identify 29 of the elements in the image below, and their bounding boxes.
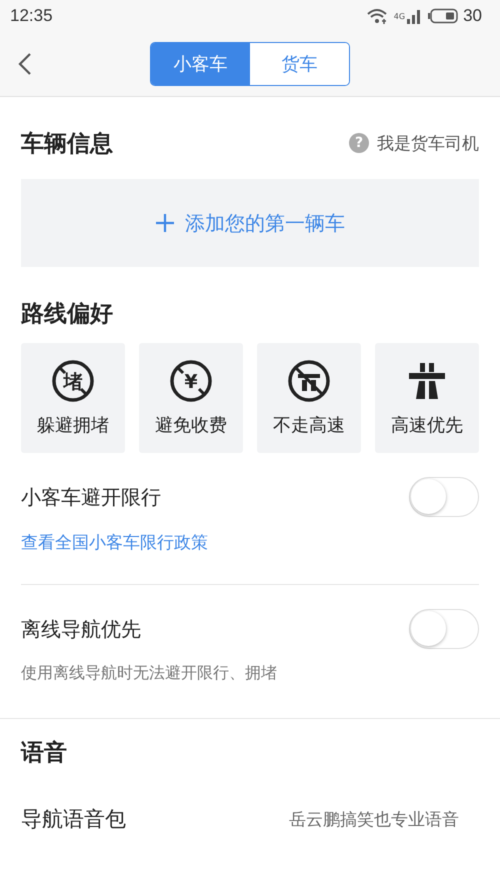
crossed-circle-icon: 堵: [51, 359, 95, 403]
network-label: 4G: [394, 12, 406, 21]
setting-label: 小客车避开限行: [21, 484, 161, 510]
vehicle-tab[interactable]: 小客车: [151, 43, 250, 85]
wifi-icon: [366, 8, 389, 24]
route-option[interactable]: 堵 躲避拥堵: [21, 343, 125, 453]
battery-icon: [428, 8, 458, 24]
route-option[interactable]: 高速优先: [375, 343, 479, 453]
back-icon[interactable]: [18, 52, 32, 76]
route-option[interactable]: ¥ 避免收费: [139, 343, 243, 453]
route-option[interactable]: 不走高速: [257, 343, 361, 453]
plus-icon: [155, 213, 175, 233]
status-time: 12:35: [10, 6, 53, 26]
toggle-switch[interactable]: [409, 609, 479, 649]
setting-label: 离线导航优先: [21, 616, 141, 642]
toggle-switch[interactable]: [409, 477, 479, 517]
truck-driver-link[interactable]: 我是货车司机: [377, 132, 479, 154]
add-vehicle-button[interactable]: 添加您的第一辆车: [21, 179, 479, 267]
section-title: 车辆信息: [21, 130, 113, 158]
setting-note: 使用离线导航时无法避开限行、拥堵: [21, 663, 277, 684]
section-title: 路线偏好: [21, 300, 113, 328]
battery-level: 30: [463, 6, 482, 26]
vehicle-tab[interactable]: 货车: [250, 43, 349, 85]
section-title: 语音: [21, 738, 67, 768]
crossed-circle-icon: ¥: [169, 359, 213, 403]
policy-link[interactable]: 查看全国小客车限行政策: [21, 531, 208, 554]
voice-pack-value[interactable]: 岳云鹏搞笑也专业语音: [289, 808, 459, 830]
voice-pack-label: 导航语音包: [21, 806, 126, 833]
no-highway-icon: [287, 359, 331, 403]
